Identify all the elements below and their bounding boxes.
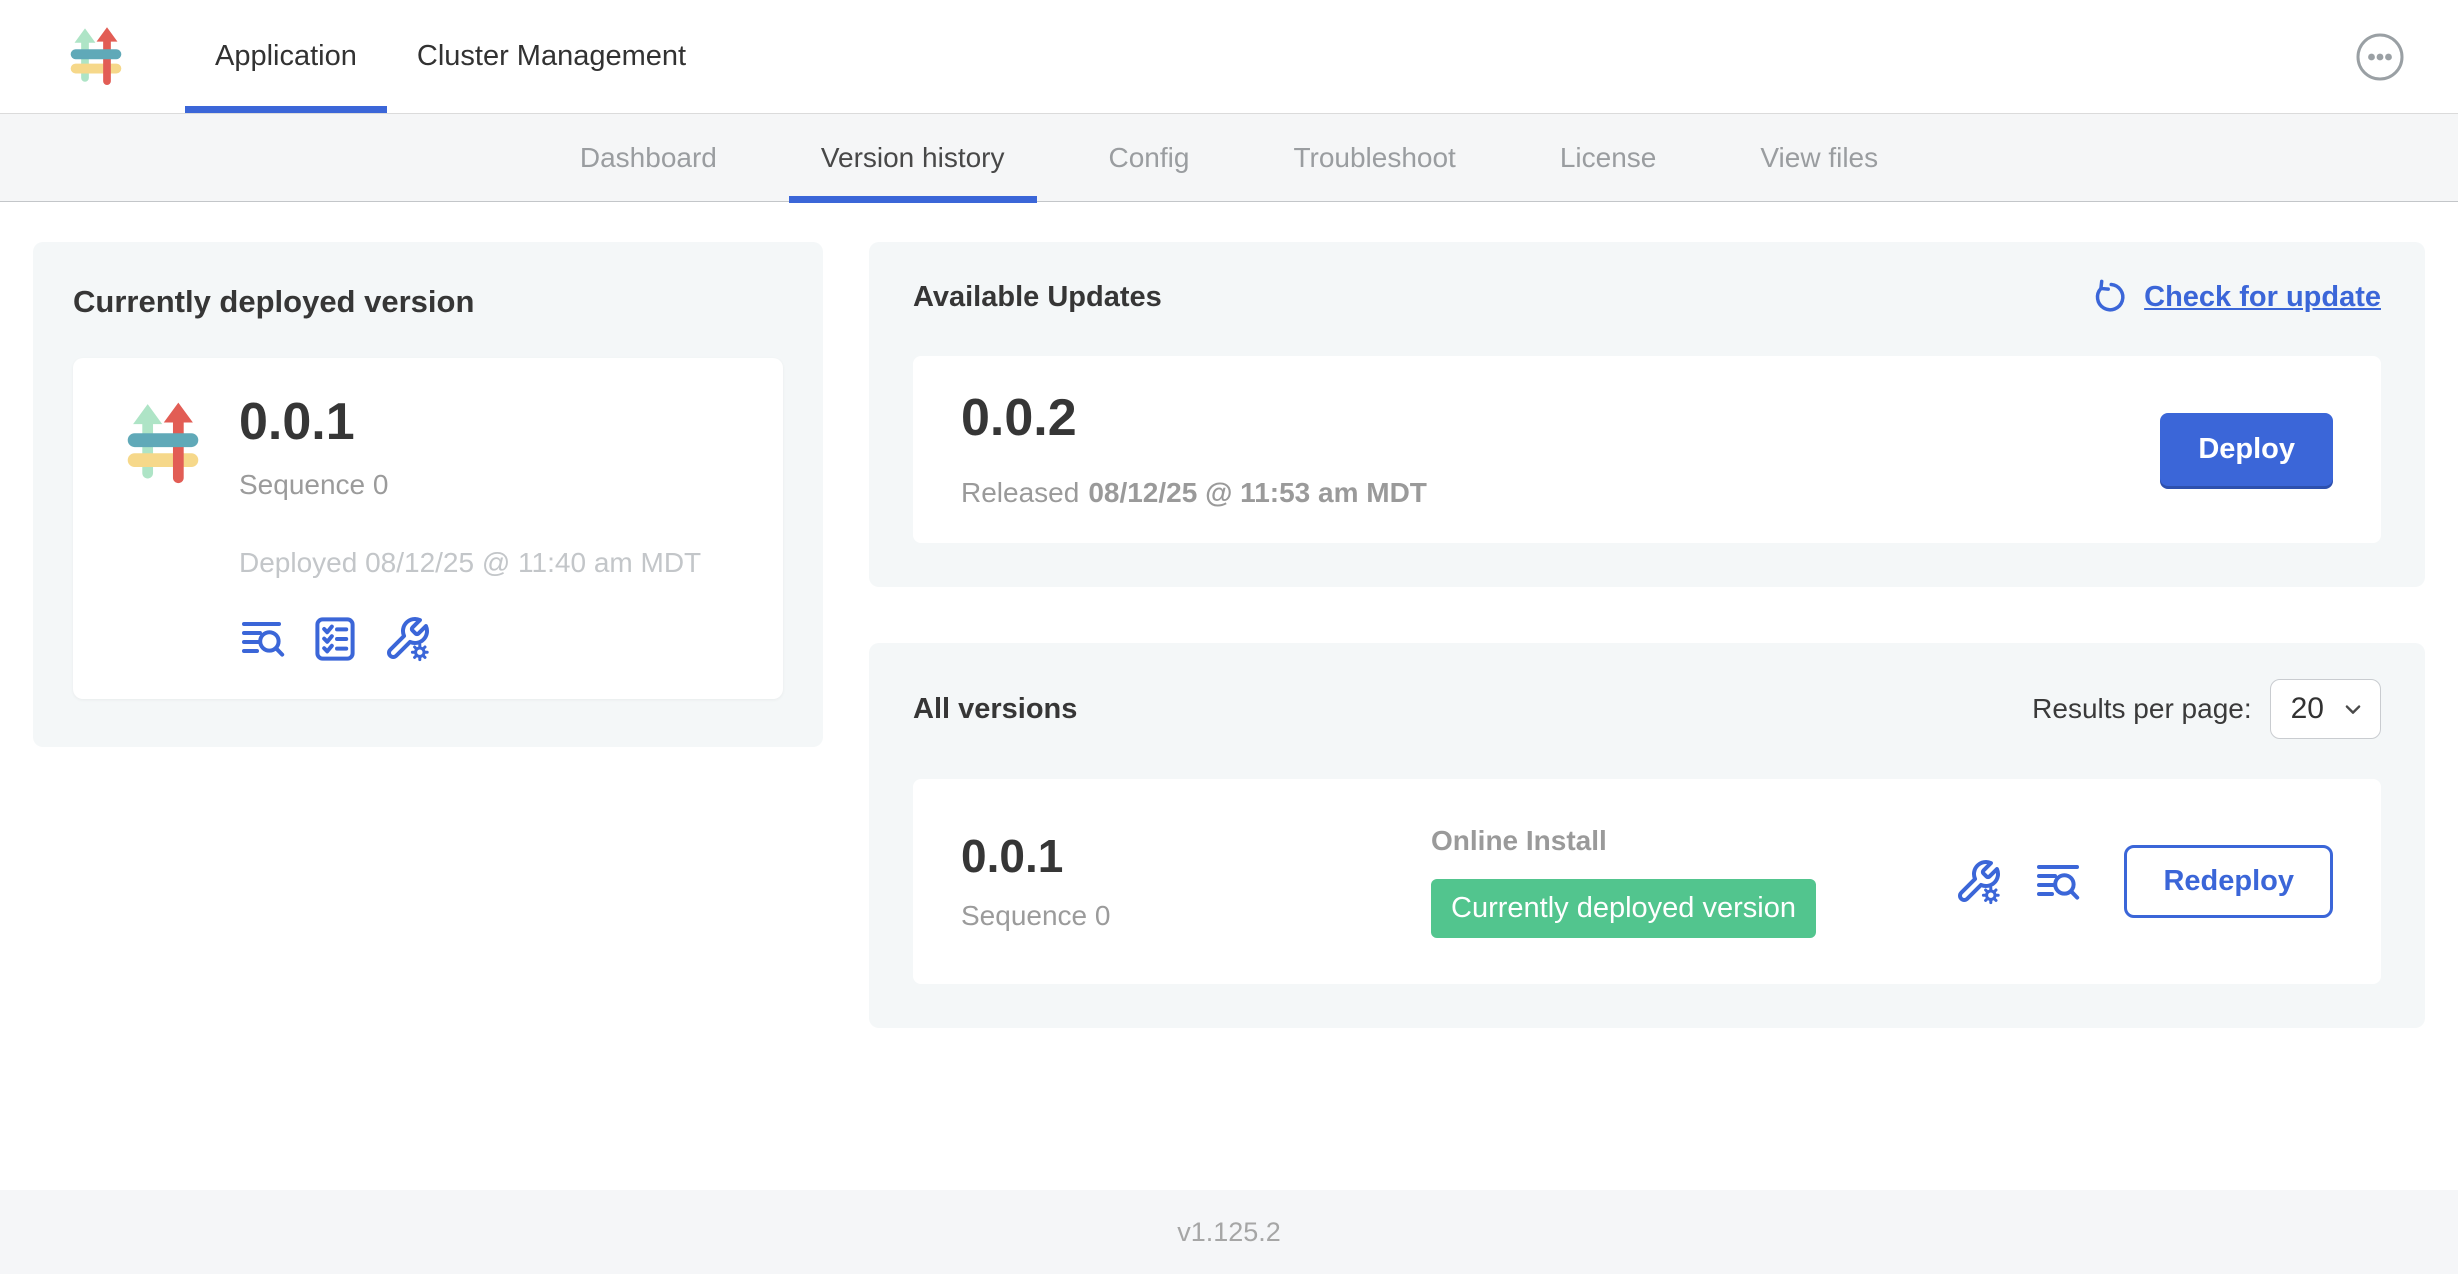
subnav-view-files[interactable]: View files [1708,114,1930,201]
deployed-timestamp: Deployed 08/12/25 @ 11:40 am MDT [239,547,701,579]
released-prefix: Released [961,477,1079,508]
app-header: Application Cluster Management [0,0,2458,113]
install-type-label: Online Install [1431,825,1954,857]
version-row-actions: Redeploy [1954,845,2333,918]
app-footer: v1.125.2 [0,1190,2458,1274]
subnav-license[interactable]: License [1508,114,1709,201]
check-for-update-link[interactable]: Check for update [2090,278,2381,316]
row-version-number: 0.0.1 [961,831,1431,882]
available-updates-panel: Available Updates Check for update 0.0.2 [869,242,2425,587]
app-logo [117,398,209,663]
config-wrench-icon[interactable] [1954,858,2002,906]
currently-deployed-panel: Currently deployed version 0.0.1 Sequenc… [33,242,823,747]
version-row: 0.0.1 Sequence 0 Online Install Currentl… [913,779,2381,984]
chevron-down-icon [2342,698,2364,720]
check-for-update-label: Check for update [2144,281,2381,314]
available-update-card: 0.0.2 Released 08/12/25 @ 11:53 am MDT De… [913,356,2381,543]
currently-deployed-badge: Currently deployed version [1431,879,1816,938]
app-subnav: Dashboard Version history Config Trouble… [0,113,2458,202]
ellipsis-menu-icon[interactable] [2354,31,2406,83]
deployed-version-number: 0.0.1 [239,394,701,451]
refresh-icon [2090,278,2128,316]
subnav-dashboard[interactable]: Dashboard [528,114,769,201]
preflight-checks-icon[interactable] [311,615,359,663]
view-logs-icon[interactable] [239,615,287,663]
subnav-version-history[interactable]: Version history [769,114,1057,201]
tab-application[interactable]: Application [185,0,387,113]
all-versions-title: All versions [913,693,1077,726]
console-version: v1.125.2 [1177,1217,1281,1248]
all-versions-panel: All versions Results per page: 20 [869,643,2425,1028]
deployed-action-icons [239,615,701,663]
update-released-line: Released 08/12/25 @ 11:53 am MDT [961,477,1427,509]
currently-deployed-title: Currently deployed version [73,284,783,320]
row-sequence: Sequence 0 [961,900,1431,932]
right-column: Available Updates Check for update 0.0.2 [869,242,2425,1028]
version-row-status: Online Install Currently deployed versio… [1431,825,1954,938]
results-per-page-select[interactable]: 20 [2270,679,2381,739]
deploy-button[interactable]: Deploy [2160,413,2333,486]
deployed-version-card: 0.0.1 Sequence 0 Deployed 08/12/25 @ 11:… [73,358,783,699]
redeploy-button[interactable]: Redeploy [2124,845,2333,918]
released-date: 08/12/25 @ 11:53 am MDT [1088,477,1427,508]
tab-cluster-management[interactable]: Cluster Management [387,0,716,113]
version-row-info: 0.0.1 Sequence 0 [961,831,1431,932]
update-info: 0.0.2 Released 08/12/25 @ 11:53 am MDT [961,390,1427,509]
main-content: Currently deployed version 0.0.1 Sequenc… [0,202,2458,1190]
results-per-page: Results per page: 20 [2032,679,2381,739]
view-logs-icon[interactable] [2034,858,2082,906]
update-version-number: 0.0.2 [961,390,1427,447]
subnav-troubleshoot[interactable]: Troubleshoot [1241,114,1507,201]
results-per-page-label: Results per page: [2032,693,2251,725]
available-updates-title: Available Updates [913,281,1162,314]
config-wrench-icon[interactable] [383,615,431,663]
primary-tabs: Application Cluster Management [185,0,716,113]
deployed-sequence: Sequence 0 [239,469,701,501]
app-logo [63,24,129,90]
subnav-config[interactable]: Config [1057,114,1242,201]
results-per-page-value: 20 [2291,692,2324,726]
deployed-version-info: 0.0.1 Sequence 0 Deployed 08/12/25 @ 11:… [239,394,701,663]
